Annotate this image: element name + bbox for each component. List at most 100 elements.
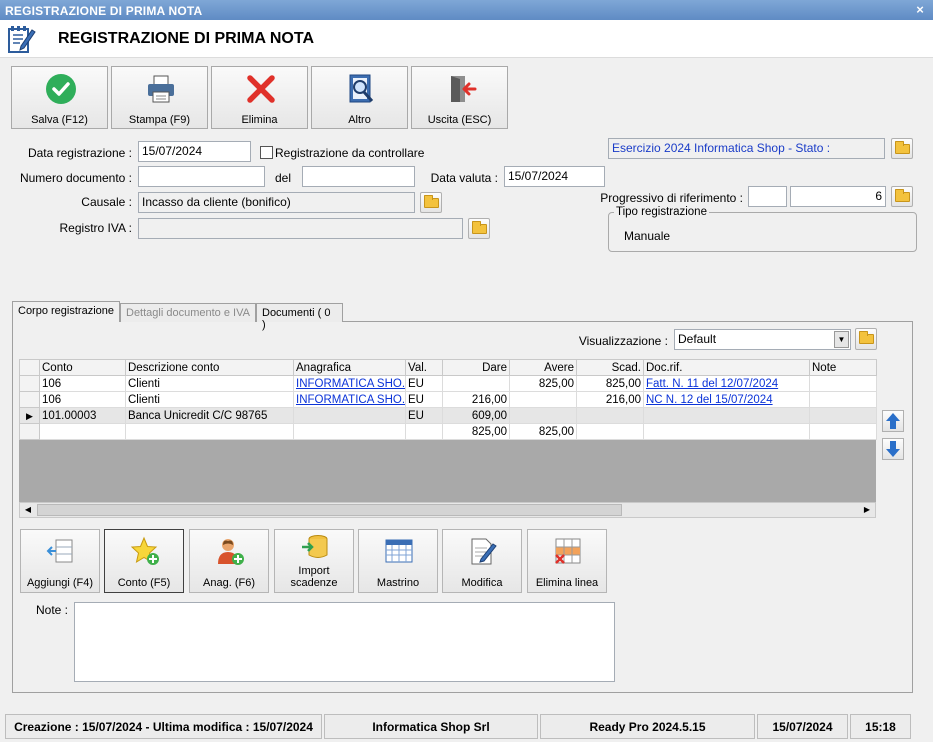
cell-valuta[interactable]: EU bbox=[405, 375, 443, 392]
print-button[interactable]: Stampa (F9) bbox=[111, 66, 208, 129]
del-date-field[interactable] bbox=[302, 166, 415, 187]
cell-scadenza[interactable] bbox=[576, 407, 644, 424]
move-down-button[interactable] bbox=[882, 438, 904, 460]
table-row[interactable]: 106 Clienti INFORMATICA SHO... EU 216,00… bbox=[19, 391, 877, 408]
row-header[interactable]: ▶ bbox=[19, 407, 40, 424]
cell-avere[interactable]: 825,00 bbox=[509, 375, 577, 392]
arrow-up-icon bbox=[886, 413, 900, 429]
status-azienda: Informatica Shop Srl bbox=[324, 714, 538, 739]
table-row[interactable]: 106 Clienti INFORMATICA SHO... EU 825,00… bbox=[19, 375, 877, 392]
column-header[interactable]: Dare bbox=[442, 359, 510, 376]
exit-button[interactable]: Uscita (ESC) bbox=[411, 66, 508, 129]
docrif-link[interactable]: NC N. 12 del 15/07/2024 bbox=[646, 394, 773, 406]
cell-note[interactable] bbox=[809, 407, 877, 424]
causale-field[interactable]: Incasso da cliente (bonifico) bbox=[138, 192, 415, 213]
cell-note[interactable] bbox=[809, 375, 877, 392]
docrif-link[interactable]: Fatt. N. 11 del 12/07/2024 bbox=[646, 378, 778, 390]
scrollbar-thumb[interactable] bbox=[37, 504, 622, 516]
cell-anagrafica[interactable]: INFORMATICA SHO... bbox=[293, 391, 406, 408]
cell-avere[interactable] bbox=[509, 407, 577, 424]
cell-note[interactable] bbox=[809, 391, 877, 408]
tab-documenti[interactable]: Documenti ( 0 ) bbox=[256, 303, 343, 331]
column-header[interactable]: Conto bbox=[39, 359, 126, 376]
column-header[interactable]: Scad. bbox=[576, 359, 644, 376]
cell-docrif[interactable] bbox=[643, 407, 810, 424]
cell-descrizione[interactable]: Clienti bbox=[125, 375, 294, 392]
delete-button[interactable]: Elimina bbox=[211, 66, 308, 129]
table-row[interactable]: ▶ 101.00003 Banca Unicredit C/C 98765 EU… bbox=[19, 407, 877, 424]
other-button[interactable]: Altro bbox=[311, 66, 408, 129]
cell-valuta[interactable]: EU bbox=[405, 391, 443, 408]
user-add-icon bbox=[218, 539, 244, 565]
chevron-down-icon[interactable]: ▼ bbox=[834, 331, 849, 348]
column-header[interactable]: Doc.rif. bbox=[643, 359, 810, 376]
row-header[interactable] bbox=[19, 391, 40, 408]
progressivo-prefix-field[interactable] bbox=[748, 186, 787, 207]
import-scadenze-button[interactable]: Import scadenze bbox=[274, 529, 354, 593]
add-line-button[interactable]: Aggiungi (F4) bbox=[20, 529, 100, 593]
window-title: REGISTRAZIONE DI PRIMA NOTA bbox=[5, 4, 203, 18]
cell-scadenza[interactable]: 825,00 bbox=[576, 375, 644, 392]
search-book-icon bbox=[349, 74, 374, 103]
close-window-button[interactable]: × bbox=[912, 2, 928, 18]
cell-dare[interactable]: 609,00 bbox=[442, 407, 510, 424]
tab-corpo-registrazione[interactable]: Corpo registrazione bbox=[12, 301, 120, 322]
row-header bbox=[19, 423, 40, 440]
data-registrazione-field[interactable]: 15/07/2024 bbox=[138, 141, 251, 162]
save-button[interactable]: Salva (F12) bbox=[11, 66, 108, 129]
row-header[interactable] bbox=[19, 375, 40, 392]
cell-docrif[interactable]: Fatt. N. 11 del 12/07/2024 bbox=[643, 375, 810, 392]
progressivo-browse-button[interactable] bbox=[891, 186, 913, 207]
conto-button[interactable]: Conto (F5) bbox=[104, 529, 184, 593]
anagrafica-link[interactable]: INFORMATICA SHO... bbox=[296, 394, 405, 406]
move-up-button[interactable] bbox=[882, 410, 904, 432]
visualizzazione-label: Visualizzazione : bbox=[578, 334, 668, 348]
entries-grid: Conto Descrizione conto Anagrafica Val. … bbox=[19, 359, 877, 440]
esercizio-browse-button[interactable] bbox=[891, 138, 913, 159]
cell-conto[interactable]: 106 bbox=[39, 391, 126, 408]
cell-anagrafica[interactable]: INFORMATICA SHO... bbox=[293, 375, 406, 392]
scroll-left-icon[interactable]: ◀ bbox=[20, 503, 36, 517]
cell-valuta[interactable]: EU bbox=[405, 407, 443, 424]
status-creazione: Creazione : 15/07/2024 - Ultima modifica… bbox=[5, 714, 322, 739]
cell-anagrafica[interactable] bbox=[293, 407, 406, 424]
elimina-linea-label: Elimina linea bbox=[535, 577, 599, 589]
numero-documento-label: Numero documento : bbox=[19, 171, 132, 185]
anagrafica-button[interactable]: Anag. (F6) bbox=[189, 529, 269, 593]
tab-dettagli-documento[interactable]: Dettagli documento e IVA bbox=[120, 303, 256, 322]
column-header[interactable]: Note bbox=[809, 359, 877, 376]
column-header[interactable]: Avere bbox=[509, 359, 577, 376]
row-header-corner bbox=[19, 359, 40, 376]
cell-conto[interactable]: 106 bbox=[39, 375, 126, 392]
progressivo-field[interactable]: 6 bbox=[790, 186, 886, 207]
note-textarea[interactable] bbox=[74, 602, 615, 682]
visualizzazione-select[interactable]: Default ▼ bbox=[674, 329, 851, 350]
da-controllare-checkbox[interactable] bbox=[260, 146, 273, 159]
column-header[interactable]: Descrizione conto bbox=[125, 359, 294, 376]
cell-avere[interactable] bbox=[509, 391, 577, 408]
grid-horizontal-scrollbar[interactable]: ◀ ▶ bbox=[19, 502, 876, 518]
cell-docrif[interactable]: NC N. 12 del 15/07/2024 bbox=[643, 391, 810, 408]
cell-dare[interactable]: 216,00 bbox=[442, 391, 510, 408]
registro-iva-browse-button[interactable] bbox=[468, 218, 490, 239]
causale-browse-button[interactable] bbox=[420, 192, 442, 213]
add-line-label: Aggiungi (F4) bbox=[26, 577, 94, 589]
grid-header-row: Conto Descrizione conto Anagrafica Val. … bbox=[19, 359, 877, 376]
mastrino-button[interactable]: Mastrino bbox=[358, 529, 438, 593]
cell-descrizione[interactable]: Clienti bbox=[125, 391, 294, 408]
scroll-right-icon[interactable]: ▶ bbox=[859, 503, 875, 517]
cell-dare[interactable] bbox=[442, 375, 510, 392]
cell-descrizione[interactable]: Banca Unicredit C/C 98765 bbox=[125, 407, 294, 424]
registro-iva-field[interactable] bbox=[138, 218, 463, 239]
visualizzazione-browse-button[interactable] bbox=[855, 328, 877, 350]
cell-scadenza[interactable]: 216,00 bbox=[576, 391, 644, 408]
numero-documento-field[interactable] bbox=[138, 166, 265, 187]
data-valuta-field[interactable]: 15/07/2024 bbox=[504, 166, 605, 187]
window-title-bar: REGISTRAZIONE DI PRIMA NOTA bbox=[0, 0, 933, 20]
column-header[interactable]: Val. bbox=[405, 359, 443, 376]
modifica-button[interactable]: Modifica bbox=[442, 529, 522, 593]
elimina-linea-button[interactable]: Elimina linea bbox=[527, 529, 607, 593]
cell-conto[interactable]: 101.00003 bbox=[39, 407, 126, 424]
anagrafica-link[interactable]: INFORMATICA SHO... bbox=[296, 378, 405, 390]
column-header[interactable]: Anagrafica bbox=[293, 359, 406, 376]
